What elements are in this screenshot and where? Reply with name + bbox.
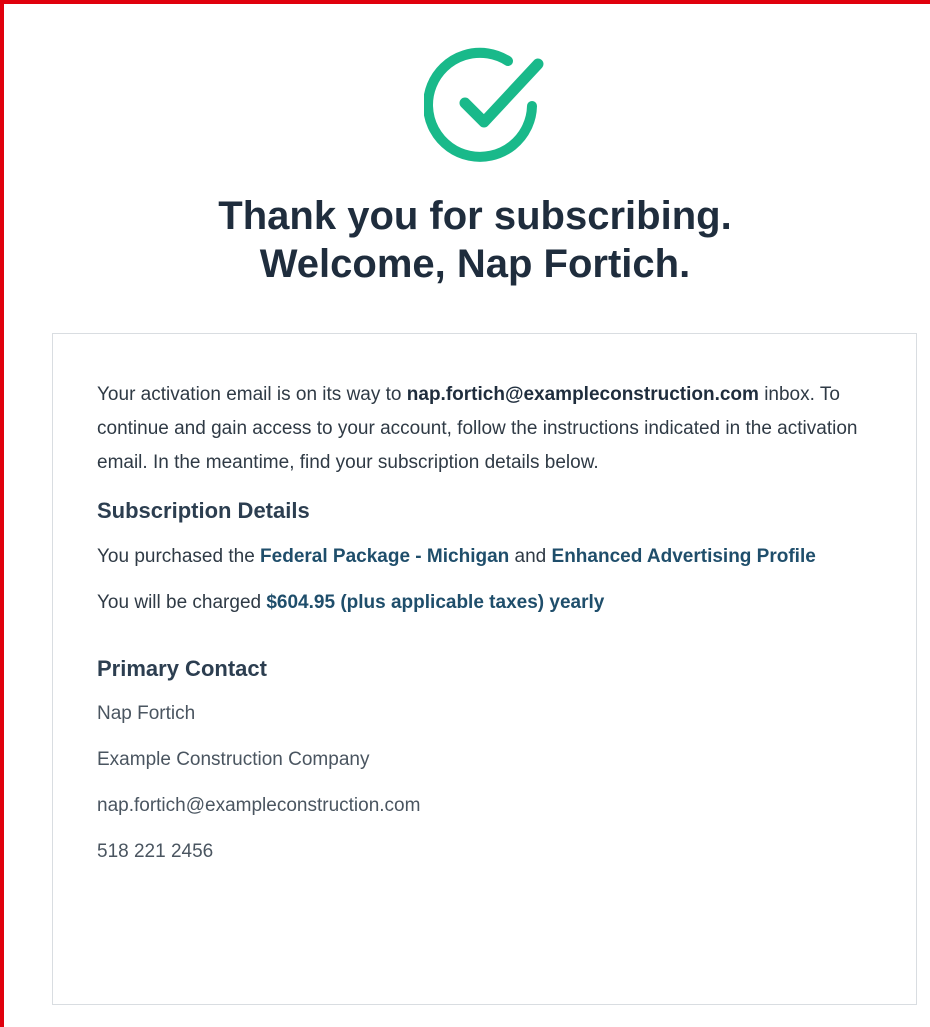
contact-email: nap.fortich@exampleconstruction.com [97,795,421,816]
charge-summary: You will be charged $604.95 (plus applic… [97,586,877,620]
card-content: Your activation email is on its way to n… [97,378,877,864]
purchase-summary: You purchased the Federal Package - Mich… [97,540,877,574]
check-circle-icon [424,47,544,162]
activation-email: nap.fortich@exampleconstruction.com [406,384,759,405]
addon-name: Enhanced Advertising Profile [551,546,816,567]
activation-message: Your activation email is on its way to n… [97,378,877,480]
headline-thanks: Thank you for subscribing. [218,194,732,238]
contact-name: Nap Fortich [97,703,196,724]
subscription-details-heading: Subscription Details [97,498,310,523]
charge-amount: $604.95 (plus applicable taxes) yearly [266,592,605,613]
package-name: Federal Package - Michigan [260,546,510,567]
activation-prefix: Your activation email is on its way to [97,384,407,405]
purchase-and: and [509,546,552,567]
contact-phone: 518 221 2456 [97,841,214,862]
page-title: Thank you for subscribing. Welcome, Nap … [130,192,820,288]
subscription-card: Your activation email is on its way to n… [52,333,917,1005]
charge-prefix: You will be charged [97,592,267,613]
purchase-prefix: You purchased the [97,546,261,567]
primary-contact-heading: Primary Contact [97,656,267,681]
contact-company: Example Construction Company [97,749,370,770]
headline-welcome: Welcome, Nap Fortich. [259,242,691,286]
